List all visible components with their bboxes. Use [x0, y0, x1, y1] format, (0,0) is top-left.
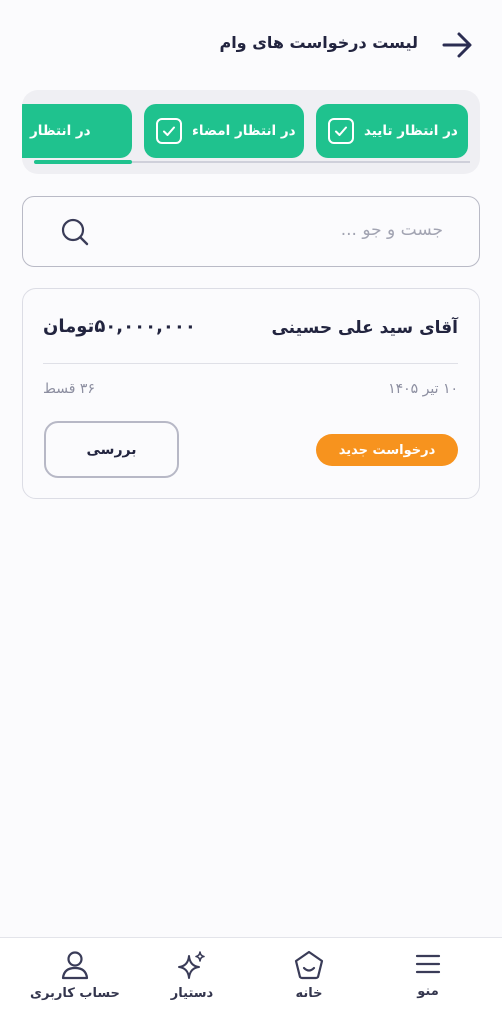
search-input[interactable]: جست و جو ... [22, 196, 480, 267]
arrow-right-icon [442, 32, 472, 58]
sparkle-icon [178, 951, 205, 979]
filter-chip-label: در انتظار [30, 123, 91, 139]
request-date: ۱۰ تیر ۱۴۰۵ [388, 381, 458, 397]
applicant-name: آقای سید علی حسینی [271, 318, 458, 338]
status-badge: درخواست جدید [316, 434, 458, 466]
checkbox-icon[interactable] [156, 118, 182, 144]
filter-chip-track: در انتظار تایید در انتظار امضاء در انتظا… [22, 104, 468, 158]
filter-chip-pending-approval[interactable]: در انتظار تایید [316, 104, 468, 158]
app-header: لیست درخواست های وام [0, 0, 502, 90]
filter-scrollbar[interactable] [34, 160, 470, 164]
loan-amount: ۵۰,۰۰۰,۰۰۰تومان [43, 316, 196, 337]
filter-chip-label: در انتظار تایید [364, 123, 458, 139]
page-title: لیست درخواست های وام [219, 33, 418, 52]
filter-chip-pending[interactable]: در انتظار [22, 104, 132, 158]
back-button[interactable] [440, 28, 474, 62]
review-button[interactable]: بررسی [44, 421, 179, 478]
home-icon [294, 950, 324, 980]
loan-request-card[interactable]: آقای سید علی حسینی ۵۰,۰۰۰,۰۰۰تومان ۱۰ تی… [22, 288, 480, 499]
filter-chip-label: در انتظار امضاء [192, 123, 296, 139]
nav-item-home[interactable]: خانه [254, 938, 364, 1024]
nav-label-assistant: دستیار [170, 986, 214, 1001]
installment-count: ۳۶ قسط [43, 381, 95, 397]
search-placeholder: جست و جو ... [340, 220, 443, 240]
nav-item-assistant[interactable]: دستیار [137, 938, 247, 1024]
filter-scrollbar-thumb[interactable] [34, 160, 132, 164]
status-filter-strip[interactable]: در انتظار تایید در انتظار امضاء در انتظا… [22, 90, 480, 174]
nav-item-menu[interactable]: منو [373, 938, 483, 1024]
bottom-navigation: منو خانه دستیار حساب کاربری [0, 937, 502, 1024]
nav-item-account[interactable]: حساب کاربری [20, 938, 130, 1024]
checkbox-icon[interactable] [328, 118, 354, 144]
nav-label-account: حساب کاربری [30, 986, 120, 1001]
nav-label-menu: منو [417, 984, 439, 999]
nav-label-home: خانه [295, 986, 323, 1001]
filter-chip-pending-signature[interactable]: در انتظار امضاء [144, 104, 304, 158]
card-divider [43, 363, 458, 364]
search-icon[interactable] [59, 216, 91, 248]
user-icon [61, 951, 89, 980]
menu-icon [415, 954, 441, 974]
